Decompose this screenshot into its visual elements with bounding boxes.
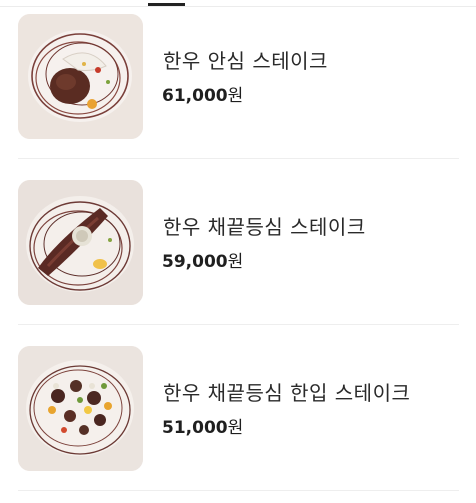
menu-item-striploin-steak[interactable]: 한우 채끝등심 스테이크 59,000원 [18, 159, 459, 325]
dish-photo [18, 14, 143, 139]
menu-item-price: 51,000원 [162, 413, 243, 438]
price-value: 51,000 [162, 418, 228, 438]
dish-photo [18, 346, 143, 471]
dish-photo [18, 180, 143, 305]
menu-item-price: 59,000원 [162, 247, 243, 272]
menu-item-price: 61,000원 [162, 81, 243, 106]
menu-item-name: 한우 채끝등심 한입 스테이크 [163, 381, 411, 405]
menu-item-name: 한우 채끝등심 스테이크 [163, 215, 366, 239]
price-unit: 원 [227, 86, 244, 106]
menu-item-tenderloin-steak[interactable]: 한우 안심 스테이크 61,000원 [18, 0, 459, 159]
menu-item-striploin-bite-steak[interactable]: 한우 채끝등심 한입 스테이크 51,000원 [18, 325, 459, 491]
price-unit: 원 [227, 418, 244, 438]
price-unit: 원 [227, 252, 244, 272]
price-value: 59,000 [162, 252, 228, 272]
price-value: 61,000 [162, 86, 228, 106]
menu-item-name: 한우 안심 스테이크 [163, 49, 328, 73]
item-divider [18, 490, 459, 491]
